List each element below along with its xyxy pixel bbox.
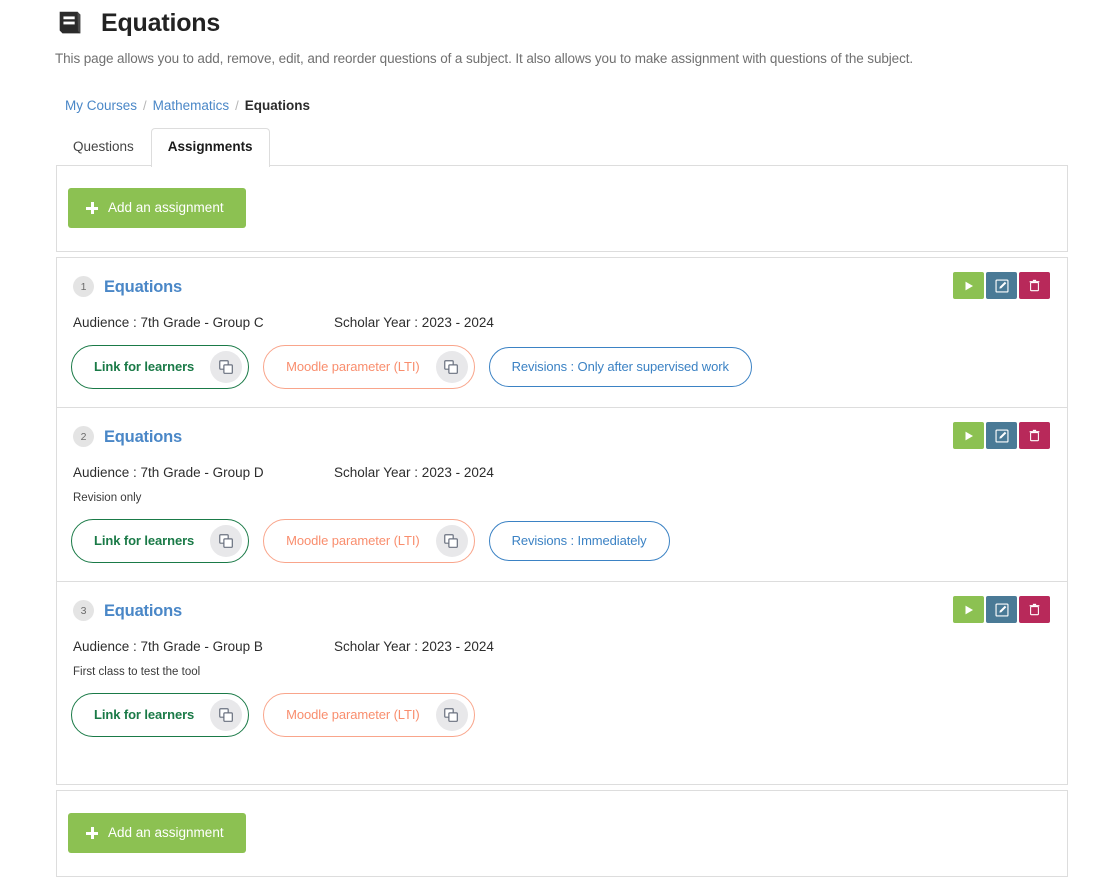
copy-moodle-button[interactable] (435, 351, 468, 383)
delete-button[interactable] (1019, 272, 1050, 299)
pencil-square-icon (994, 602, 1009, 617)
moodle-parameter-label: Moodle parameter (LTI) (286, 533, 420, 548)
revisions-label: Revisions : Immediately (511, 533, 647, 548)
edit-button[interactable] (986, 596, 1017, 623)
assignment-header: 2 Equations (57, 426, 1067, 447)
breadcrumb-separator: / (235, 98, 239, 113)
book-icon (55, 8, 85, 38)
copy-link-button[interactable] (210, 351, 243, 383)
edit-button[interactable] (986, 422, 1017, 449)
add-assignment-label: Add an assignment (108, 825, 224, 840)
assignment-pill-row: Link for learners Moodle parameter (LTI) (57, 693, 1067, 737)
breadcrumb: My Courses / Mathematics / Equations (65, 98, 1107, 113)
assignment-title[interactable]: Equations (104, 601, 182, 621)
play-button[interactable] (953, 596, 984, 623)
toolbar-panel-bottom: Add an assignment (56, 790, 1068, 877)
add-assignment-button-top[interactable]: Add an assignment (68, 188, 246, 228)
delete-button[interactable] (1019, 422, 1050, 449)
assignment-meta: Audience : 7th Grade - Group D Scholar Y… (57, 464, 1067, 481)
assignment-header: 1 Equations (57, 276, 1067, 297)
assignment-pill-row: Link for learners Moodle parameter (LTI) (57, 519, 1067, 563)
moodle-parameter-pill[interactable]: Moodle parameter (LTI) (263, 345, 475, 389)
link-for-learners-pill[interactable]: Link for learners (71, 693, 250, 737)
assignment-list-panel: 1 Equations Audience : 7th Grade - Group… (56, 257, 1068, 785)
revisions-label: Revisions : Only after supervised work (511, 359, 729, 374)
play-icon (965, 431, 973, 440)
link-for-learners-pill[interactable]: Link for learners (71, 345, 250, 389)
page-root: Equations This page allows you to add, r… (0, 0, 1107, 891)
moodle-parameter-label: Moodle parameter (LTI) (286, 707, 420, 722)
breadcrumb-separator: / (143, 98, 147, 113)
link-for-learners-label: Link for learners (94, 707, 195, 722)
revisions-pill[interactable]: Revisions : Only after supervised work (488, 347, 752, 387)
add-assignment-button-bottom[interactable]: Add an assignment (68, 813, 246, 853)
copy-link-button[interactable] (210, 699, 243, 731)
breadcrumb-item-equations: Equations (244, 98, 311, 113)
breadcrumb-item-mathematics[interactable]: Mathematics (153, 98, 230, 113)
plus-icon (86, 827, 98, 839)
assignment-note: Revision only (73, 492, 142, 504)
link-for-learners-pill[interactable]: Link for learners (71, 519, 250, 563)
assignment-actions (953, 422, 1050, 449)
assignment-pill-row: Link for learners Moodle parameter (LTI) (57, 345, 1067, 389)
assignment-audience: Audience : 7th Grade - Group D (73, 465, 264, 480)
trash-icon (1029, 429, 1040, 442)
assignment-actions (953, 272, 1050, 299)
link-for-learners-label: Link for learners (94, 359, 195, 374)
trash-icon (1029, 603, 1040, 616)
tab-questions[interactable]: Questions (56, 128, 151, 166)
play-icon (965, 605, 973, 614)
plus-icon (86, 202, 98, 214)
trash-icon (1029, 279, 1040, 292)
pencil-square-icon (994, 428, 1009, 443)
assignment-number-badge: 2 (73, 426, 94, 447)
assignment-row: 1 Equations Audience : 7th Grade - Group… (57, 258, 1067, 407)
play-icon (965, 281, 973, 290)
moodle-parameter-pill[interactable]: Moodle parameter (LTI) (263, 519, 475, 563)
assignment-title[interactable]: Equations (104, 427, 182, 447)
assignment-number-badge: 1 (73, 276, 94, 297)
assignment-scholar-year: Scholar Year : 2023 - 2024 (334, 465, 494, 480)
assignment-title[interactable]: Equations (104, 277, 182, 297)
assignment-note: First class to test the tool (73, 666, 201, 678)
moodle-parameter-pill[interactable]: Moodle parameter (LTI) (263, 693, 475, 737)
page-title: Equations (101, 9, 221, 37)
toolbar-panel-top: Add an assignment (56, 165, 1068, 252)
page-description: This page allows you to add, remove, edi… (55, 51, 914, 66)
edit-button[interactable] (986, 272, 1017, 299)
tab-bar: Questions Assignments (56, 128, 270, 167)
assignment-audience: Audience : 7th Grade - Group C (73, 315, 264, 330)
play-button[interactable] (953, 272, 984, 299)
moodle-parameter-label: Moodle parameter (LTI) (286, 359, 420, 374)
assignment-number-badge: 3 (73, 600, 94, 621)
play-button[interactable] (953, 422, 984, 449)
assignment-audience: Audience : 7th Grade - Group B (73, 639, 263, 654)
link-for-learners-label: Link for learners (94, 533, 195, 548)
assignment-meta: Audience : 7th Grade - Group B Scholar Y… (57, 638, 1067, 655)
title-row: Equations (55, 8, 1107, 38)
page-header: Equations This page allows you to add, r… (0, 0, 1107, 68)
add-assignment-label: Add an assignment (108, 200, 224, 215)
assignment-row: 2 Equations Audience : 7th Grade - Group… (57, 407, 1067, 581)
assignment-actions (953, 596, 1050, 623)
tab-assignments[interactable]: Assignments (150, 128, 270, 167)
assignment-scholar-year: Scholar Year : 2023 - 2024 (334, 315, 494, 330)
breadcrumb-item-my-courses[interactable]: My Courses (65, 98, 137, 113)
assignment-scholar-year: Scholar Year : 2023 - 2024 (334, 639, 494, 654)
delete-button[interactable] (1019, 596, 1050, 623)
assignment-header: 3 Equations (57, 600, 1067, 621)
assignment-meta: Audience : 7th Grade - Group C Scholar Y… (57, 314, 1067, 331)
copy-moodle-button[interactable] (435, 525, 468, 557)
revisions-pill[interactable]: Revisions : Immediately (488, 521, 670, 561)
pencil-square-icon (994, 278, 1009, 293)
assignment-row: 3 Equations Audience : 7th Grade - Group… (57, 581, 1067, 755)
copy-link-button[interactable] (210, 525, 243, 557)
copy-moodle-button[interactable] (435, 699, 468, 731)
